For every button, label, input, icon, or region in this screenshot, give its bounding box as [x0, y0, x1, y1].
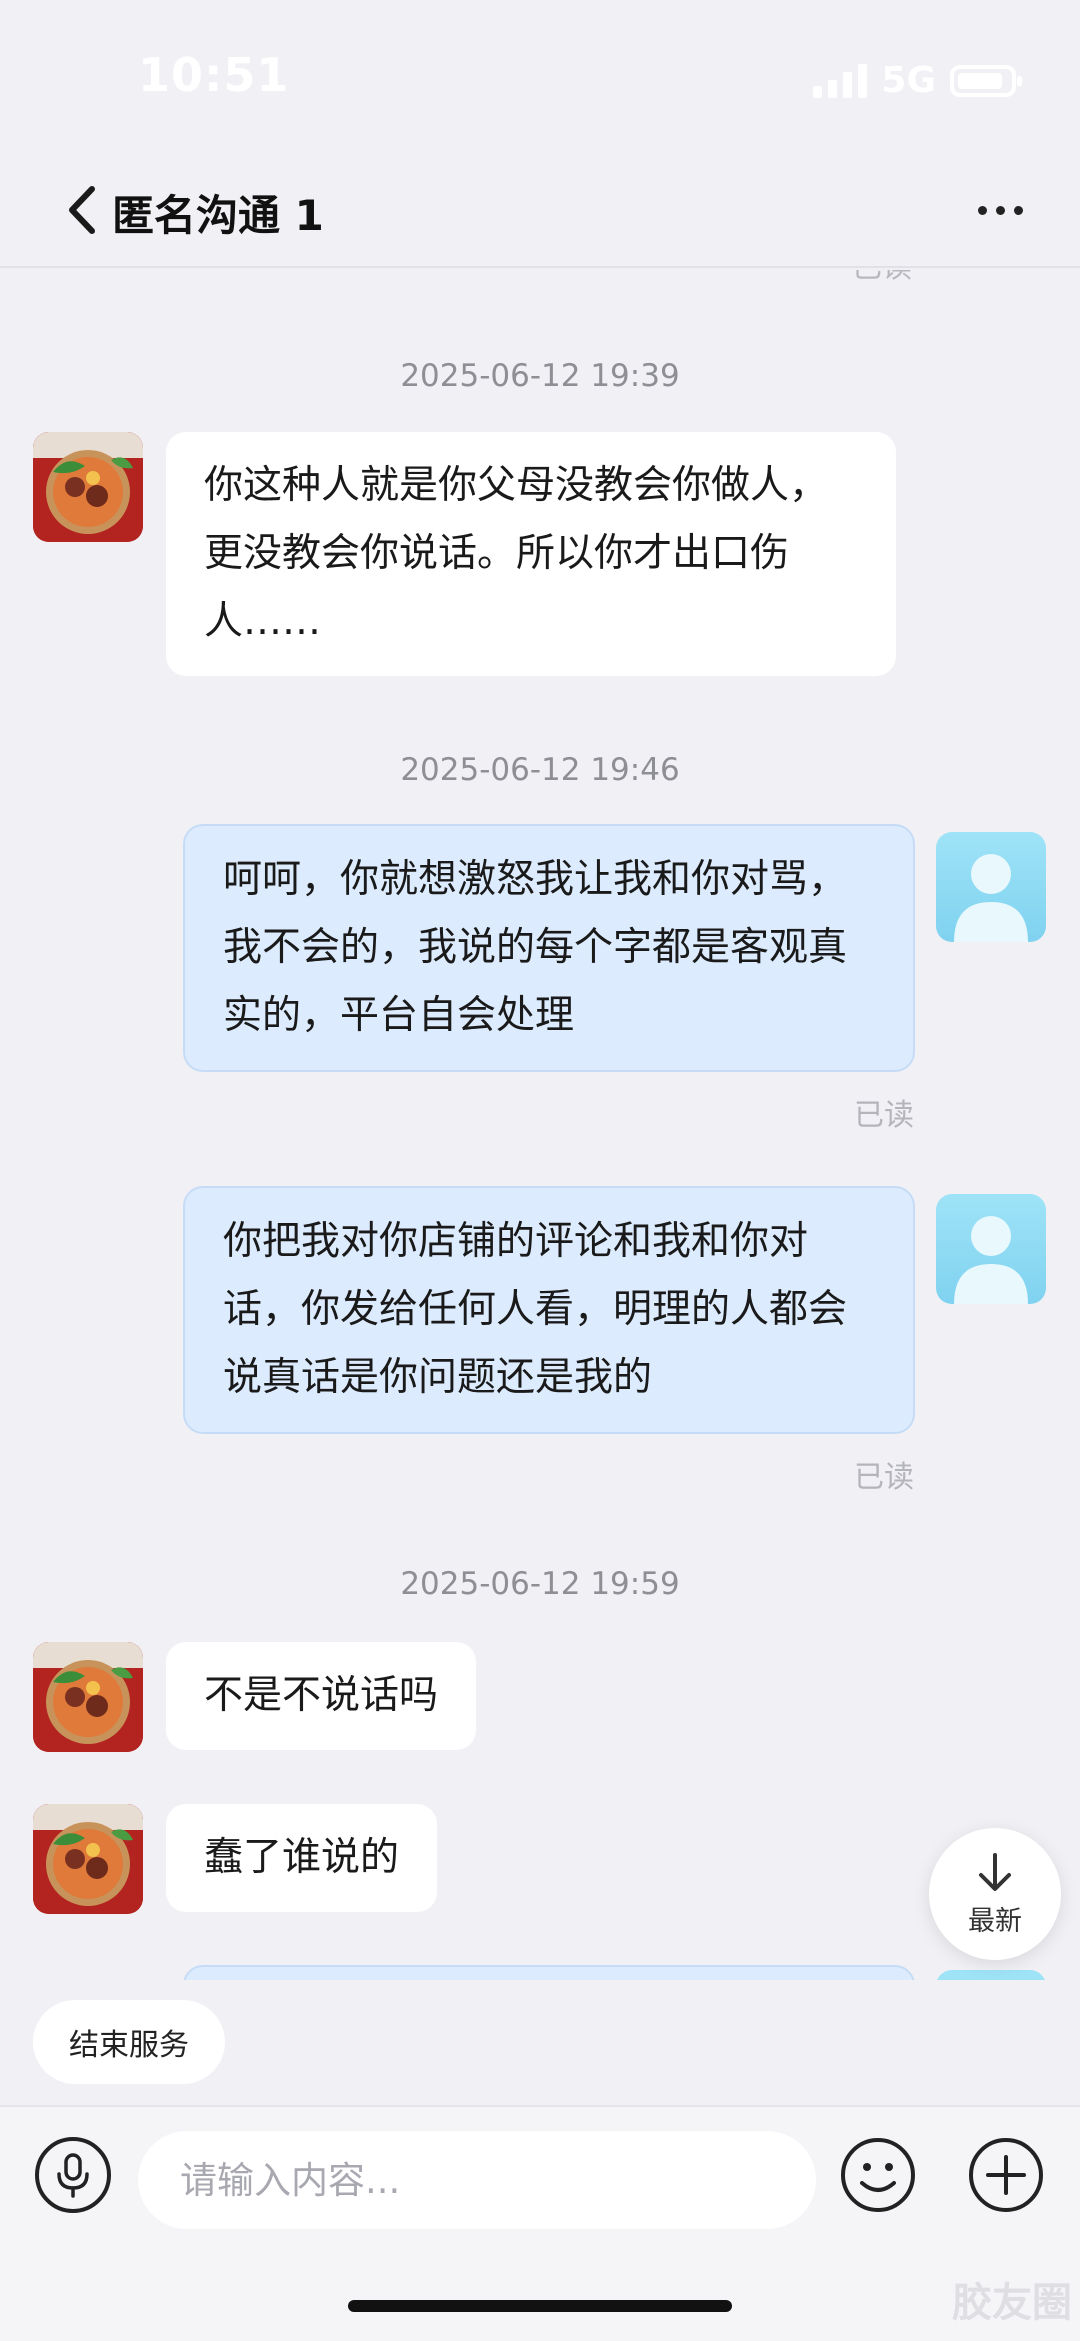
- page-title: 匿名沟通 1: [112, 191, 324, 240]
- user-avatar-partial: [936, 1970, 1046, 1980]
- home-indicator[interactable]: [348, 2300, 732, 2312]
- message-list[interactable]: 已读 2025-06-12 19:39 你这种人就是你父母没教会你做人，更没教会…: [0, 270, 1080, 1980]
- status-icons: 5G: [813, 60, 1022, 101]
- status-time: 10:51: [138, 48, 290, 102]
- read-status: 已读: [854, 1460, 914, 1495]
- user-avatar[interactable]: [936, 832, 1046, 942]
- status-bar: 10:51 5G: [0, 0, 1080, 150]
- timestamp: 2025-06-12 19:39: [400, 358, 680, 394]
- chat-screen: 10:51 5G 匿名沟通 1 已读 2025-06-12 19:39: [0, 0, 1080, 2341]
- outgoing-message[interactable]: 呵呵，你就想激怒我让我和你对骂，我不会的，我说的每个字都是客观真实的，平台自会处…: [183, 824, 915, 1072]
- emoji-button[interactable]: [840, 2137, 916, 2213]
- food-bowl-icon: [33, 1804, 143, 1914]
- shop-avatar[interactable]: [33, 1804, 143, 1914]
- person-icon: [954, 1216, 1028, 1304]
- incoming-message[interactable]: 不是不说话吗: [166, 1642, 477, 1750]
- plus-icon: [969, 2138, 1043, 2212]
- smile-icon: [841, 2138, 915, 2212]
- end-service-button[interactable]: 结束服务: [33, 2000, 225, 2084]
- back-button[interactable]: [52, 180, 112, 240]
- voice-button[interactable]: [35, 2137, 111, 2213]
- read-status: 已读: [852, 270, 912, 286]
- food-bowl-icon: [33, 1642, 143, 1752]
- battery-icon: [950, 64, 1022, 97]
- more-button[interactable]: [960, 180, 1040, 240]
- chat-header: 匿名沟通 1: [0, 150, 1080, 268]
- chevron-left-icon: [69, 186, 95, 234]
- shop-avatar[interactable]: [33, 432, 143, 542]
- watermark: 胶友圈: [952, 2280, 1072, 2326]
- timestamp: 2025-06-12 19:46: [400, 752, 680, 788]
- latest-label: 最新: [968, 1905, 1022, 1937]
- plus-button[interactable]: [968, 2137, 1044, 2213]
- food-bowl-icon: [33, 432, 143, 542]
- incoming-message[interactable]: 你这种人就是你父母没教会你做人，更没教会你说话。所以你才出口伤人……: [166, 432, 896, 676]
- network-type: 5G: [881, 60, 936, 101]
- microphone-icon: [57, 2153, 89, 2198]
- signal-icon: [813, 63, 868, 98]
- shop-avatar[interactable]: [33, 1642, 143, 1752]
- outgoing-message-partial[interactable]: [183, 1965, 915, 1980]
- more-dots-icon: [977, 205, 987, 215]
- latest-button[interactable]: 最新: [929, 1828, 1061, 1960]
- outgoing-message[interactable]: 你把我对你店铺的评论和我和你对话，你发给任何人看，明理的人都会说真话是你问题还是…: [183, 1186, 915, 1434]
- timestamp: 2025-06-12 19:59: [400, 1566, 680, 1602]
- arrow-down-icon: [979, 1852, 1011, 1891]
- user-avatar[interactable]: [936, 1194, 1046, 1304]
- person-icon: [954, 854, 1028, 942]
- read-status: 已读: [854, 1098, 914, 1133]
- message-input[interactable]: [138, 2131, 816, 2229]
- incoming-message[interactable]: 蠢了谁说的: [166, 1804, 438, 1912]
